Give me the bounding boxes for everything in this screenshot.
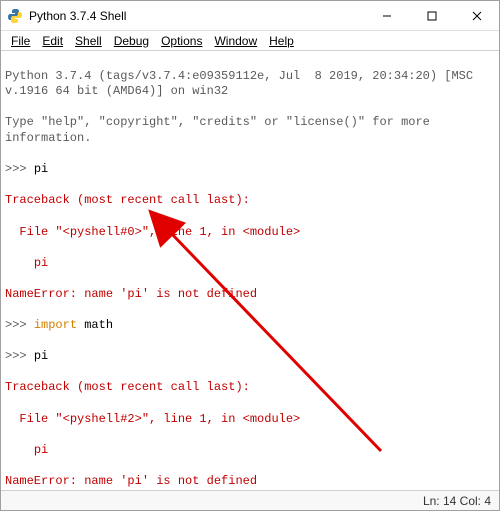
input-line: >>> pi	[5, 162, 495, 178]
statusbar: Ln: 14 Col: 4	[1, 490, 499, 510]
user-input: pi	[34, 162, 48, 176]
window-title: Python 3.7.4 Shell	[29, 9, 364, 23]
maximize-button[interactable]	[409, 1, 454, 30]
traceback-ref: pi	[5, 443, 495, 459]
minimize-button[interactable]	[364, 1, 409, 30]
traceback-file: File "<pyshell#2>", line 1, in <module>	[5, 412, 495, 428]
shell-output[interactable]: Python 3.7.4 (tags/v3.7.4:e09359112e, Ju…	[1, 51, 499, 490]
import-keyword: import	[34, 318, 77, 332]
traceback-header: Traceback (most recent call last):	[5, 193, 495, 209]
app-window: Python 3.7.4 Shell File Edit Shell Debug…	[0, 0, 500, 511]
prompt: >>>	[5, 318, 34, 332]
name-error: NameError: name 'pi' is not defined	[5, 474, 495, 490]
info-text: Type "help", "copyright", "credits" or "…	[5, 115, 495, 146]
window-controls	[364, 1, 499, 30]
menu-options[interactable]: Options	[155, 33, 208, 49]
python-icon	[7, 8, 23, 24]
traceback-header: Traceback (most recent call last):	[5, 380, 495, 396]
menu-window[interactable]: Window	[208, 33, 263, 49]
menu-debug[interactable]: Debug	[108, 33, 155, 49]
menu-edit[interactable]: Edit	[36, 33, 69, 49]
menubar: File Edit Shell Debug Options Window Hel…	[1, 31, 499, 51]
titlebar: Python 3.7.4 Shell	[1, 1, 499, 31]
menu-shell[interactable]: Shell	[69, 33, 108, 49]
user-input: pi	[34, 349, 48, 363]
import-module: math	[77, 318, 113, 332]
traceback-ref: pi	[5, 256, 495, 272]
cursor-position: Ln: 14 Col: 4	[423, 494, 491, 508]
close-button[interactable]	[454, 1, 499, 30]
menu-help[interactable]: Help	[263, 33, 300, 49]
input-line: >>> import math	[5, 318, 495, 334]
prompt: >>>	[5, 349, 34, 363]
version-text: Python 3.7.4 (tags/v3.7.4:e09359112e, Ju…	[5, 69, 495, 100]
name-error: NameError: name 'pi' is not defined	[5, 287, 495, 303]
prompt: >>>	[5, 162, 34, 176]
traceback-file: File "<pyshell#0>", line 1, in <module>	[5, 225, 495, 241]
input-line: >>> pi	[5, 349, 495, 365]
menu-file[interactable]: File	[5, 33, 36, 49]
